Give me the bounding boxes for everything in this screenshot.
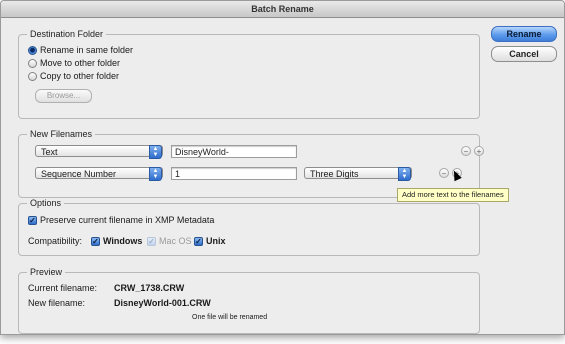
- filename-part-type-select-1[interactable]: Text ▲ ▼: [35, 145, 163, 159]
- sequence-digits-select[interactable]: Three Digits ▲ ▼: [304, 167, 412, 181]
- window-title: Batch Rename: [1, 1, 564, 18]
- options-group: Options ✓ Preserve current filename in X…: [18, 198, 480, 256]
- radio-label-move-other-folder: Move to other folder: [40, 58, 121, 68]
- radio-rename-same-folder[interactable]: [28, 46, 37, 55]
- add-text-tooltip: Add more text to the filenames: [397, 188, 509, 202]
- popup-arrows-icon: ▲ ▼: [398, 167, 411, 181]
- popup-arrows-icon: ▲ ▼: [149, 167, 162, 181]
- remove-row-1-button[interactable]: −: [461, 146, 471, 156]
- compatibility-label: Compatibility:: [28, 236, 83, 246]
- preserve-filename-checkbox[interactable]: ✓: [28, 216, 37, 225]
- options-legend: Options: [27, 198, 65, 208]
- preview-group: Preview Current filename: CRW_1738.CRW N…: [18, 267, 480, 334]
- unix-checkbox[interactable]: ✓: [194, 237, 203, 246]
- radio-label-rename-same-folder: Rename in same folder: [40, 45, 134, 55]
- new-filenames-legend: New Filenames: [27, 129, 96, 139]
- macos-checkbox: ✓: [147, 237, 156, 246]
- cancel-button[interactable]: Cancel: [491, 46, 557, 62]
- windows-label: Windows: [103, 236, 143, 246]
- filename-text-field-2[interactable]: 1: [171, 167, 297, 180]
- unix-label: Unix: [206, 236, 226, 246]
- sequence-digits-value: Three Digits: [310, 169, 359, 179]
- current-filename-value: CRW_1738.CRW: [114, 283, 185, 293]
- destination-folder-legend: Destination Folder: [27, 29, 107, 39]
- destination-folder-group: Destination Folder Rename in same folder…: [18, 29, 480, 119]
- filename-text-field-1[interactable]: DisneyWorld-: [171, 145, 297, 158]
- filename-part-type-value-1: Text: [41, 147, 58, 157]
- preserve-filename-label: Preserve current filename in XMP Metadat…: [40, 215, 215, 225]
- batch-rename-window: Batch Rename Rename Cancel Destination F…: [0, 0, 565, 335]
- radio-label-copy-other-folder: Copy to other folder: [40, 71, 120, 81]
- new-filename-label: New filename:: [28, 298, 86, 308]
- radio-move-other-folder[interactable]: [28, 59, 37, 68]
- filename-part-type-select-2[interactable]: Sequence Number ▲ ▼: [35, 167, 163, 181]
- current-filename-label: Current filename:: [28, 283, 98, 293]
- filename-part-type-value-2: Sequence Number: [41, 169, 117, 179]
- rename-count-note: One file will be renamed: [192, 314, 268, 321]
- windows-checkbox[interactable]: ✓: [91, 237, 100, 246]
- popup-arrows-icon: ▲ ▼: [149, 145, 162, 159]
- remove-row-2-button[interactable]: −: [439, 168, 449, 178]
- browse-button[interactable]: Browse...: [35, 89, 92, 103]
- add-row-1-button[interactable]: +: [474, 146, 484, 156]
- rename-button[interactable]: Rename: [491, 26, 557, 42]
- macos-label: Mac OS: [159, 236, 192, 246]
- radio-copy-other-folder[interactable]: [28, 72, 37, 81]
- preview-legend: Preview: [27, 267, 66, 277]
- new-filename-value: DisneyWorld-001.CRW: [114, 298, 211, 308]
